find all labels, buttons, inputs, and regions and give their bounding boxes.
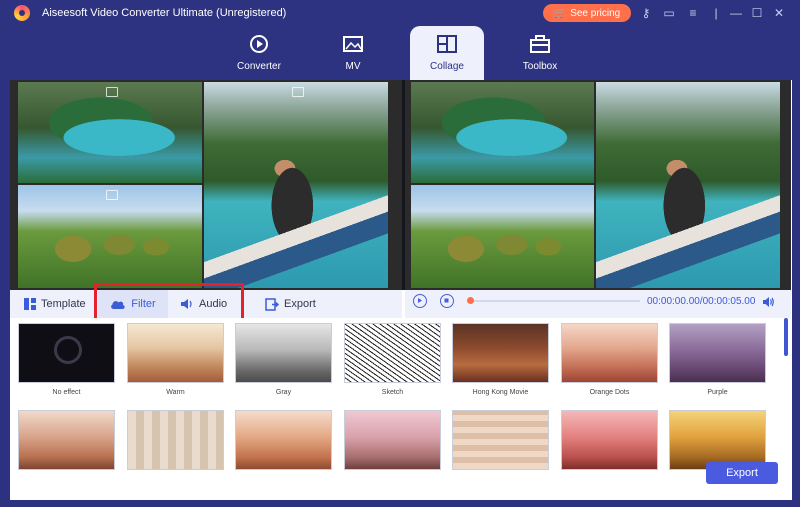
filter-thumbnail [344,323,441,383]
filter-thumbnail [669,410,766,470]
filter-thumbnail [235,323,332,383]
close-icon[interactable]: ✕ [772,6,786,20]
collage-panel: Template Filter Audio Export 00:00:00.00… [10,80,792,500]
filter-grid: No effect Warm Gray Sketch Hong Kong Mov… [10,318,792,500]
cart-icon: 🛒 [553,7,567,19]
export-button[interactable]: Export [706,462,778,484]
filter-thumbnail [18,410,115,470]
tab-mv[interactable]: MV [316,26,390,80]
filter-label: Purple [707,389,728,396]
filter-label: No effect [52,389,81,396]
volume-icon[interactable] [762,296,774,308]
stop-button[interactable] [440,294,454,308]
chat-icon[interactable]: ▭ [662,6,676,20]
see-pricing-label: See pricing [570,7,621,19]
filter-label: Sketch [381,389,404,396]
no-effect-icon [18,323,115,383]
template-tab[interactable]: Template [18,290,92,318]
collage-cell-hills[interactable] [18,185,202,288]
filter-warm[interactable]: Warm [127,323,224,396]
playback-time: 00:00:00.00/00:00:05.00 [647,296,756,307]
play-icon [418,298,422,303]
stop-icon [444,298,449,303]
collage-icon [437,35,457,53]
filter-thumbnail [561,323,658,383]
output-cell-hills [411,185,594,288]
image-icon[interactable] [106,190,118,200]
minimize-icon[interactable]: — [729,6,743,20]
template-label: Template [41,298,86,310]
tab-converter-label: Converter [237,61,281,72]
collage-editor-preview [10,80,402,290]
filter-hong-kong-movie[interactable]: Hong Kong Movie [452,323,549,396]
filter-thumbnail [127,410,224,470]
output-preview [405,80,791,290]
filter-scrollbar[interactable] [784,318,788,356]
mv-icon [343,36,363,52]
toolbox-icon [530,35,550,53]
progress-handle[interactable] [467,297,474,304]
filter-row2-5[interactable] [452,410,549,470]
export-icon [265,297,279,311]
menu-icon[interactable]: ≡ [686,6,700,20]
filter-thumbnail [127,323,224,383]
output-cell-boat [596,82,780,288]
filter-label: Gray [275,389,292,396]
filter-label: Orange Dots [589,389,630,396]
collage-cell-lagoon[interactable] [18,82,202,183]
app-logo-icon [14,5,30,21]
image-icon[interactable] [106,87,118,97]
filter-thumbnail [561,410,658,470]
see-pricing-button[interactable]: 🛒 See pricing [543,4,631,22]
play-button[interactable] [413,294,427,308]
converter-icon [250,35,268,53]
output-cell-lagoon [411,82,594,183]
maximize-icon[interactable]: ☐ [750,6,764,20]
filter-thumbnail [344,410,441,470]
filter-thumbnail [669,323,766,383]
filter-orange-dots[interactable]: Orange Dots [561,323,658,396]
tab-toolbox-label: Toolbox [522,61,558,72]
key-icon[interactable]: ⚷ [639,6,653,20]
filter-sketch[interactable]: Sketch [344,323,441,396]
image-icon[interactable] [292,87,304,97]
tab-converter[interactable]: Converter [222,26,296,80]
filter-no-effect[interactable]: No effect [18,323,115,396]
filter-thumbnail [452,410,549,470]
main-tabs: Converter MV Collage Toolbox [0,26,800,80]
filter-row2-1[interactable] [18,410,115,470]
progress-track[interactable] [470,300,640,302]
tab-collage-label: Collage [430,61,464,72]
filter-label: Hong Kong Movie [472,389,529,396]
app-title: Aiseesoft Video Converter Ultimate (Unre… [42,7,287,19]
filter-thumbnail [235,410,332,470]
filter-row2-7[interactable] [669,410,766,470]
tab-collage[interactable]: Collage [410,26,484,80]
tab-mv-label: MV [345,61,361,72]
collage-cell-boat[interactable] [204,82,388,288]
tab-toolbox[interactable]: Toolbox [503,26,577,80]
filter-purple[interactable]: Purple [669,323,766,396]
export-tab[interactable]: Export [265,290,316,318]
filter-row2-3[interactable] [235,410,332,470]
template-icon [24,298,36,310]
separator-icon: | [714,6,718,20]
filter-thumbnail [452,323,549,383]
filter-label: Warm [166,389,185,396]
filter-row2-6[interactable] [561,410,658,470]
filter-gray[interactable]: Gray [235,323,332,396]
filter-row2-2[interactable] [127,410,224,470]
filter-row2-4[interactable] [344,410,441,470]
export-tab-label: Export [284,298,316,310]
title-bar: Aiseesoft Video Converter Ultimate (Unre… [0,0,800,26]
